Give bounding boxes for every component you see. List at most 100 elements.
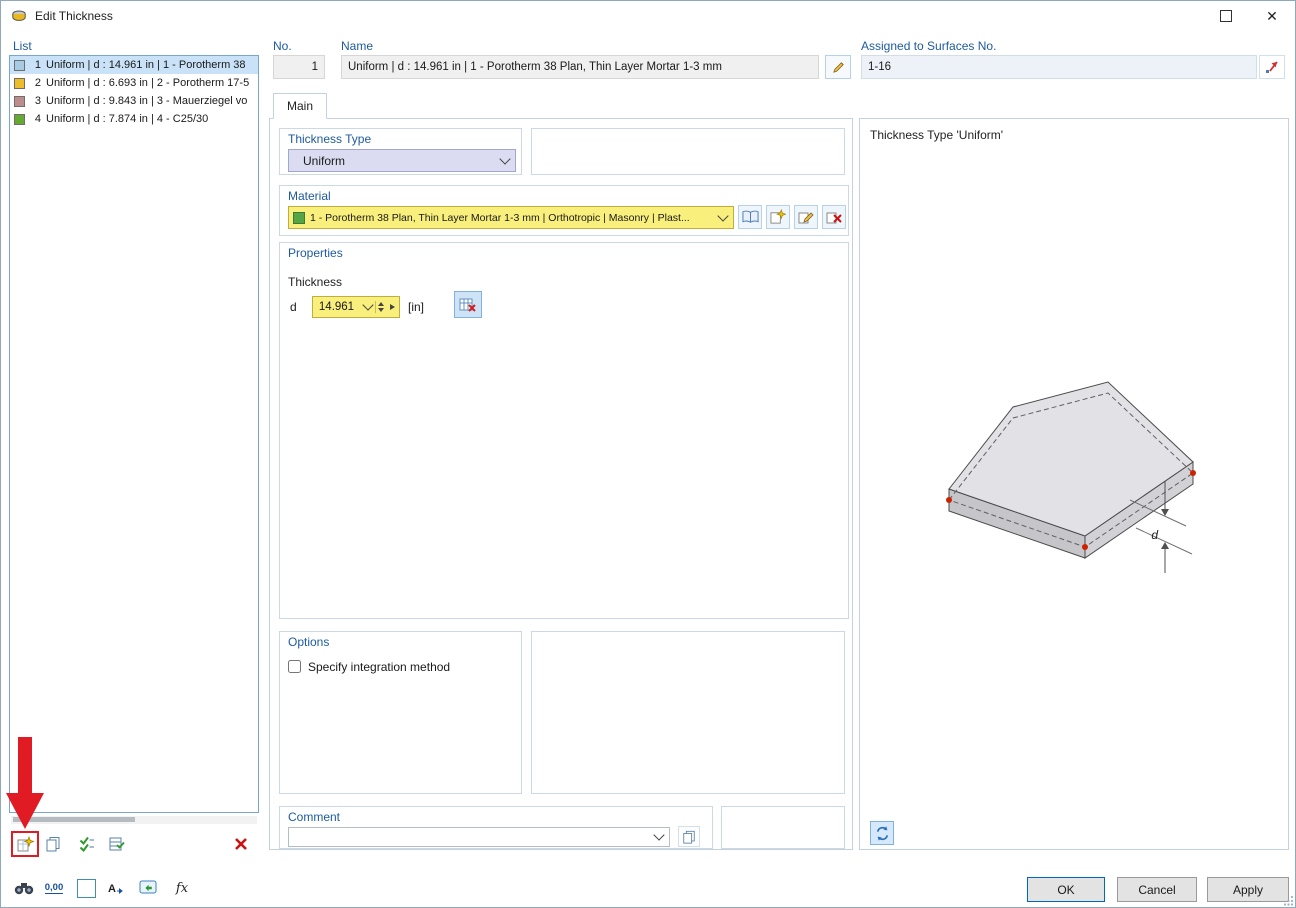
- new-material-button[interactable]: [766, 205, 790, 229]
- grid-delete-icon: [459, 297, 477, 313]
- unit-label: [in]: [408, 300, 424, 314]
- assigned-to-surfaces-label: Assigned to Surfaces No.: [861, 39, 996, 53]
- cancel-button-label: Cancel: [1138, 883, 1175, 897]
- refresh-preview-button[interactable]: [870, 821, 894, 845]
- corner-node: [1190, 470, 1196, 476]
- material-group: Material 1 - Porotherm 38 Plan, Thin Lay…: [279, 185, 849, 236]
- comment-input[interactable]: [288, 827, 670, 847]
- resize-grip[interactable]: [1283, 895, 1294, 906]
- tab-main-label: Main: [287, 99, 313, 113]
- slab-3d-illustration: d: [920, 359, 1220, 609]
- edit-name-button[interactable]: [825, 55, 851, 79]
- delete-parametrization-button[interactable]: [454, 291, 482, 318]
- no-label: No.: [273, 39, 292, 53]
- list-item[interactable]: 4 Uniform | d : 7.874 in | 4 - C25/30: [10, 110, 258, 128]
- chevron-down-icon[interactable]: [362, 299, 373, 310]
- main-tab-content: Thickness Type Uniform Material 1 - Poro…: [269, 118, 853, 850]
- ok-button-label: OK: [1057, 883, 1074, 897]
- check-all-button[interactable]: [75, 833, 99, 855]
- edit-pencil-icon: [798, 209, 814, 225]
- tab-main[interactable]: Main: [273, 93, 327, 119]
- comment-label: Comment: [288, 810, 340, 824]
- edit-material-button[interactable]: [794, 205, 818, 229]
- list-item[interactable]: 2 Uniform | d : 6.693 in | 2 - Porotherm…: [10, 74, 258, 92]
- new-icon: [770, 209, 786, 225]
- thickness-d-value: 14.961: [313, 301, 360, 313]
- close-icon: ✕: [1266, 9, 1278, 23]
- item-number: 3: [29, 95, 41, 107]
- chevron-down-icon: [653, 829, 664, 840]
- edit-thickness-dialog: Edit Thickness ✕ List 1 Uniform | d : 14…: [0, 0, 1296, 908]
- corner-node: [946, 497, 952, 503]
- preview-caption: Thickness Type 'Uniform': [870, 128, 1003, 142]
- svg-text:A: A: [108, 883, 116, 895]
- spinner-control[interactable]: [375, 301, 386, 313]
- no-field[interactable]: 1: [273, 55, 325, 79]
- material-library-button[interactable]: [738, 205, 762, 229]
- pick-surfaces-button[interactable]: [1259, 55, 1285, 79]
- empty-group-box: [531, 631, 845, 794]
- material-label: Material: [288, 189, 331, 203]
- new-thickness-button[interactable]: [13, 833, 37, 855]
- cancel-button[interactable]: Cancel: [1117, 877, 1197, 902]
- properties-group: Properties Thickness d 14.961 [in]: [279, 242, 849, 619]
- list-label: List: [13, 39, 32, 53]
- color-swatch: [14, 96, 25, 107]
- chevron-down-icon: [499, 153, 510, 164]
- delete-thickness-button[interactable]: [229, 833, 253, 855]
- display-color-button[interactable]: [73, 875, 99, 901]
- close-button[interactable]: ✕: [1249, 1, 1295, 31]
- expand-right-icon[interactable]: [390, 304, 395, 310]
- comment-group: Comment: [279, 806, 713, 849]
- thickness-d-input[interactable]: 14.961: [312, 296, 400, 318]
- name-label: Name: [341, 39, 373, 53]
- preview-panel: Thickness Type 'Uniform' d: [859, 118, 1289, 850]
- delete-x-icon: [826, 209, 842, 225]
- name-field[interactable]: Uniform | d : 14.961 in | 1 - Porotherm …: [341, 55, 819, 79]
- list-item[interactable]: 1 Uniform | d : 14.961 in | 1 - Porother…: [10, 56, 258, 74]
- item-text: Uniform | d : 6.693 in | 2 - Porotherm 1…: [46, 77, 249, 89]
- copy-icon: [682, 830, 696, 844]
- copy-thickness-button[interactable]: [41, 833, 65, 855]
- list-item[interactable]: 3 Uniform | d : 9.843 in | 3 - Mauerzieg…: [10, 92, 258, 110]
- item-text: Uniform | d : 7.874 in | 4 - C25/30: [46, 113, 208, 125]
- color-swatch: [14, 78, 25, 89]
- decimal-places-icon: 0,00: [45, 882, 64, 894]
- list-horizontal-scrollbar[interactable]: [11, 816, 257, 824]
- thickness-list[interactable]: 1 Uniform | d : 14.961 in | 1 - Porother…: [9, 55, 259, 813]
- copy-comment-button[interactable]: [678, 826, 700, 847]
- item-text: Uniform | d : 14.961 in | 1 - Porotherm …: [46, 59, 246, 71]
- thickness-section-label: Thickness: [288, 275, 342, 289]
- dimension-label: d: [1151, 528, 1158, 542]
- maximize-button[interactable]: [1203, 1, 1249, 31]
- item-text: Uniform | d : 9.843 in | 3 - Mauerziegel…: [46, 95, 247, 107]
- d-param-label: d: [290, 300, 297, 314]
- decimal-places-button[interactable]: 0,00: [41, 875, 67, 901]
- specify-integration-method-label: Specify integration method: [308, 660, 450, 674]
- refresh-arrows-icon: [874, 825, 891, 842]
- apply-button-label: Apply: [1233, 883, 1263, 897]
- specify-integration-method-checkbox[interactable]: [288, 660, 301, 673]
- select-used-button[interactable]: [105, 833, 129, 855]
- thickness-type-value: Uniform: [289, 154, 497, 168]
- display-properties-button[interactable]: [135, 875, 161, 901]
- rename-button[interactable]: A: [103, 875, 129, 901]
- material-select[interactable]: 1 - Porotherm 38 Plan, Thin Layer Mortar…: [288, 206, 734, 229]
- empty-group-box: [531, 128, 845, 175]
- color-swatch: [14, 114, 25, 125]
- chevron-down-icon: [717, 210, 728, 221]
- maximize-icon: [1220, 10, 1232, 22]
- spin-up-icon: [378, 302, 384, 306]
- assigned-surfaces-field[interactable]: 1-16: [861, 55, 1257, 79]
- formula-button[interactable]: fx: [169, 875, 195, 901]
- delete-material-button[interactable]: [822, 205, 846, 229]
- material-value: 1 - Porotherm 38 Plan, Thin Layer Mortar…: [310, 212, 715, 224]
- no-value: 1: [312, 61, 318, 73]
- scrollbar-thumb[interactable]: [13, 817, 135, 822]
- app-thickness-icon: [11, 8, 27, 24]
- apply-button[interactable]: Apply: [1207, 877, 1289, 902]
- item-number: 4: [29, 113, 41, 125]
- find-button[interactable]: [11, 875, 37, 901]
- thickness-type-select[interactable]: Uniform: [288, 149, 516, 172]
- ok-button[interactable]: OK: [1027, 877, 1105, 902]
